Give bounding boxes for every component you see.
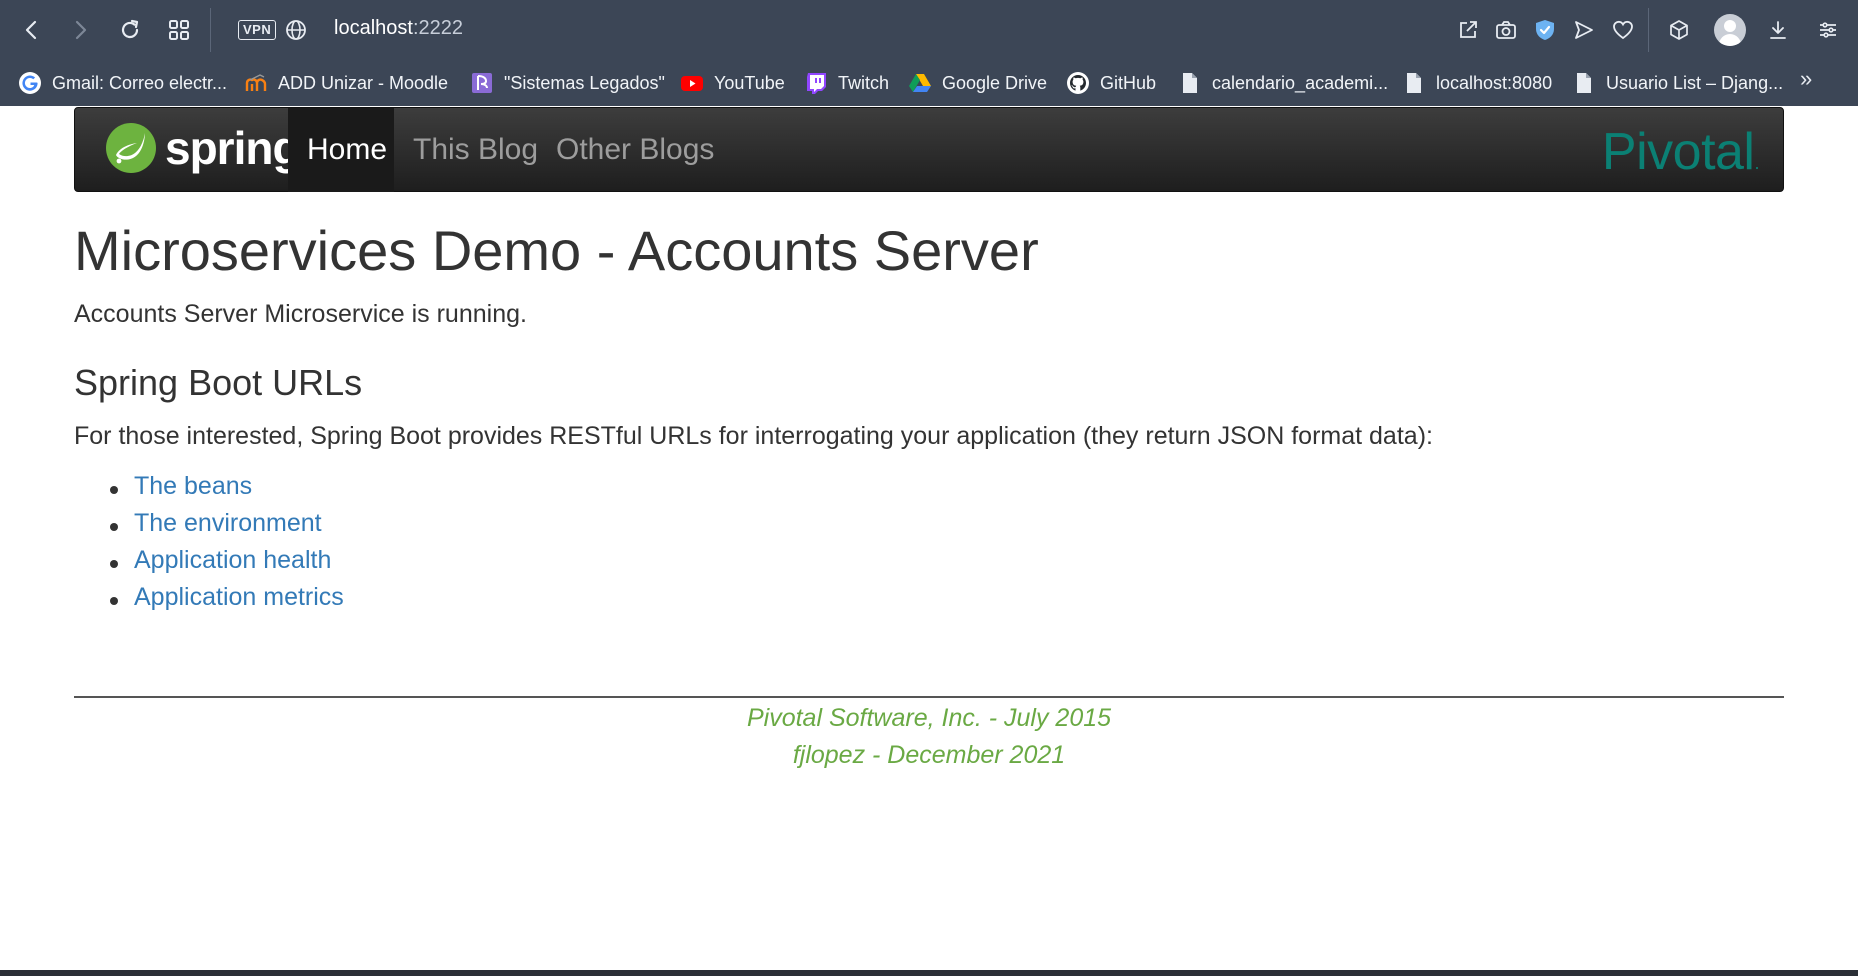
google-drive-icon xyxy=(908,71,932,95)
nav-this-blog-label: This Blog xyxy=(413,133,539,166)
forward-button[interactable] xyxy=(62,12,98,48)
bookmark-gmail[interactable]: Gmail: Correo electr... xyxy=(18,66,227,100)
address-bar-row: VPN localhost:2222 xyxy=(0,0,1858,60)
nav-home-label: Home xyxy=(307,133,388,166)
address-field[interactable]: localhost:2222 xyxy=(334,17,463,40)
heart-icon xyxy=(1613,20,1633,40)
moodle-icon xyxy=(244,71,268,95)
bookmark-label: Usuario List – Djang... xyxy=(1606,72,1784,93)
footer-line-1: Pivotal Software, Inc. - July 2015 xyxy=(746,704,1112,732)
section-title: Spring Boot URLs xyxy=(74,362,363,403)
bookmark-twitch[interactable]: Twitch xyxy=(804,66,889,100)
twitch-icon xyxy=(804,71,828,95)
link-metrics[interactable]: Application metrics xyxy=(134,583,344,612)
browser-chrome: VPN localhost:2222 Gmail: Correo electr.… xyxy=(0,0,1858,106)
nav-this-blog[interactable]: This Blog xyxy=(413,108,538,192)
file-icon xyxy=(1178,71,1202,95)
downloads-button[interactable] xyxy=(1764,16,1792,44)
bookmarks-bar: Gmail: Correo electr... ADD Unizar - Moo… xyxy=(0,60,1858,106)
share-button[interactable] xyxy=(1454,16,1482,44)
web-page: spring Home This Blog Other Blogs Pivota… xyxy=(0,106,1858,976)
url-host: localhost xyxy=(334,17,413,39)
nav-other-blogs[interactable]: Other Blogs xyxy=(556,108,714,192)
download-icon xyxy=(1770,21,1786,39)
footer-divider xyxy=(74,696,1784,698)
url-port: :2222 xyxy=(412,17,463,39)
bookmark-label: ADD Unizar - Moodle xyxy=(278,72,449,93)
bookmark-label: GitHub xyxy=(1100,72,1157,93)
file-icon xyxy=(1402,71,1426,95)
logo-text: spring xyxy=(165,122,301,174)
ad-blocker-button[interactable] xyxy=(1531,16,1559,44)
globe-icon[interactable] xyxy=(284,18,308,42)
google-icon xyxy=(18,71,42,95)
back-button[interactable] xyxy=(14,12,50,48)
pivotal-logo-dot: . xyxy=(1754,153,1759,173)
settings-sliders-icon xyxy=(1820,22,1836,38)
pivotal-logo[interactable]: Pivotal. xyxy=(1601,122,1760,182)
bookmark-moodle[interactable]: ADD Unizar - Moodle xyxy=(244,66,448,100)
nav-home[interactable]: Home xyxy=(288,108,394,192)
page-title: Microservices Demo - Accounts Server xyxy=(74,219,1039,282)
shield-icon xyxy=(1536,20,1554,40)
grid-icon xyxy=(169,20,189,40)
reload-icon xyxy=(121,19,139,39)
snapshot-button[interactable] xyxy=(1492,16,1520,44)
bookmark-google-drive[interactable]: Google Drive xyxy=(908,66,1047,100)
window-bottom-edge xyxy=(0,970,1858,976)
send-icon xyxy=(1575,21,1593,39)
speed-dial-button[interactable] xyxy=(161,12,197,48)
bookmark-icon xyxy=(470,71,494,95)
nav-other-blogs-label: Other Blogs xyxy=(556,133,715,166)
github-icon xyxy=(1066,71,1090,95)
bookmark-label: "Sistemas Legados" xyxy=(504,72,665,93)
footer-line-2: fjlopez - December 2021 xyxy=(792,741,1066,769)
reload-button[interactable] xyxy=(112,12,148,48)
vpn-badge[interactable]: VPN xyxy=(238,20,277,40)
favorites-button[interactable] xyxy=(1609,16,1637,44)
bookmark-label: localhost:8080 xyxy=(1436,72,1553,93)
send-button[interactable] xyxy=(1570,16,1598,44)
file-icon xyxy=(1572,71,1596,95)
bookmark-label: Google Drive xyxy=(942,72,1048,93)
footer: Pivotal Software, Inc. - July 2015 fjlop… xyxy=(74,700,1784,774)
toolbar-divider xyxy=(210,8,211,52)
link-environment[interactable]: The environment xyxy=(134,509,322,538)
easy-setup-button[interactable] xyxy=(1814,16,1842,44)
bookmark-sistemas-legados[interactable]: "Sistemas Legados" xyxy=(470,66,665,100)
extensions-button[interactable] xyxy=(1665,16,1693,44)
bookmark-usuario-list[interactable]: Usuario List – Djang... xyxy=(1572,66,1783,100)
site-navbar: spring Home This Blog Other Blogs Pivota… xyxy=(74,107,1784,192)
youtube-icon xyxy=(680,71,704,95)
camera-icon xyxy=(1496,21,1516,39)
bookmark-github[interactable]: GitHub xyxy=(1066,66,1156,100)
bookmark-label: Twitch xyxy=(838,72,890,93)
share-icon xyxy=(1460,21,1477,38)
chevron-left-icon xyxy=(25,20,37,40)
bookmark-calendario[interactable]: calendario_academi... xyxy=(1178,66,1388,100)
pivotal-logo-text: Pivotal xyxy=(1601,123,1755,181)
chevron-right-icon xyxy=(75,20,87,40)
bookmark-label: calendario_academi... xyxy=(1212,72,1389,93)
bookmark-youtube[interactable]: YouTube xyxy=(680,66,785,100)
bookmark-label: YouTube xyxy=(714,72,785,93)
bookmark-label: Gmail: Correo electr... xyxy=(52,72,228,93)
link-beans[interactable]: The beans xyxy=(134,472,252,501)
spring-leaf-icon xyxy=(106,123,156,173)
intro-text: For those interested, Spring Boot provid… xyxy=(74,422,1433,450)
spring-logo[interactable]: spring xyxy=(105,120,301,176)
status-text: Accounts Server Microservice is running. xyxy=(74,300,527,328)
cube-icon xyxy=(1670,20,1688,40)
profile-avatar[interactable] xyxy=(1714,14,1746,46)
bookmark-localhost-8080[interactable]: localhost:8080 xyxy=(1402,66,1552,100)
link-health[interactable]: Application health xyxy=(134,546,331,575)
bookmarks-overflow-button[interactable]: » xyxy=(1800,66,1812,92)
toolbar-divider xyxy=(1648,8,1649,52)
